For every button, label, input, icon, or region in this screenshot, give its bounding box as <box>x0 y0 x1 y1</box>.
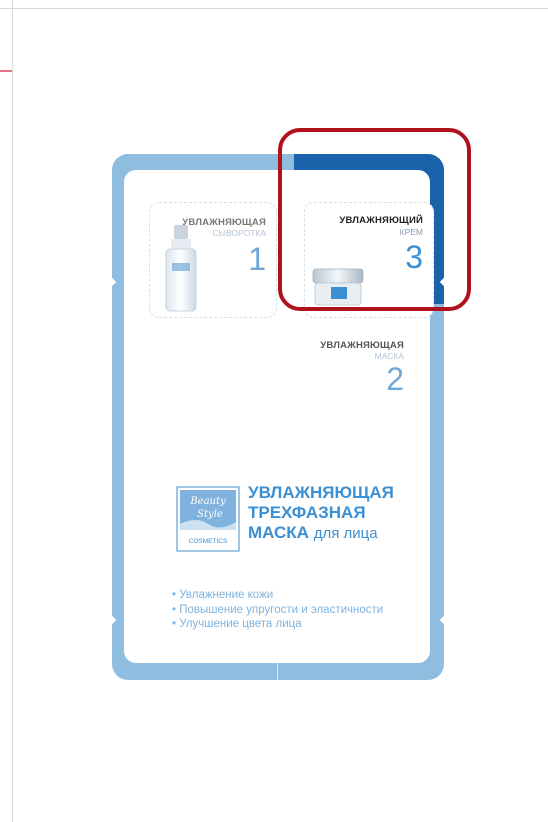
benefit-item: Повышение упругости и эластичности <box>172 603 383 618</box>
headline-line-1: УВЛАЖНЯЮЩАЯ <box>248 483 394 502</box>
product-headline: УВЛАЖНЯЮЩАЯ ТРЕХФАЗНАЯ МАСКА для лица <box>248 483 394 544</box>
packet-seam <box>277 663 278 680</box>
highlight-step-3-box <box>278 128 471 311</box>
headline-for-face: для лица <box>313 525 378 542</box>
step-2-number: 2 <box>386 361 404 397</box>
step-1-subtitle: СЫВОРОТКА <box>212 228 266 238</box>
step-1-card: УВЛАЖНЯЮЩАЯ СЫВОРОТКА 1 <box>149 202 277 318</box>
left-border-line <box>12 0 13 822</box>
svg-text:COSMETICS: COSMETICS <box>189 538 228 545</box>
beauty-style-logo: Beauty Style COSMETICS <box>176 486 240 552</box>
top-border-line <box>0 8 548 9</box>
benefit-item: Улучшение цвета лица <box>172 617 383 632</box>
headline-line-3: МАСКА для лица <box>248 523 394 544</box>
step-1-number: 1 <box>248 241 266 277</box>
svg-text:Beauty: Beauty <box>189 496 226 507</box>
benefit-item: Увлажнение кожи <box>172 588 383 603</box>
step-2-title: УВЛАЖНЯЮЩАЯ <box>320 340 404 351</box>
svg-text:Style: Style <box>197 509 223 520</box>
step-2-subtitle: МАСКА <box>374 351 404 361</box>
headline-mask-word: МАСКА <box>248 523 309 542</box>
benefits-list: Увлажнение кожи Повышение упругости и эл… <box>172 588 383 632</box>
step-1-title: УВЛАЖНЯЮЩАЯ <box>182 217 266 228</box>
serum-bottle-image <box>165 225 197 312</box>
headline-line-2: ТРЕХФАЗНАЯ <box>248 503 366 522</box>
step-2-block: УВЛАЖНЯЮЩАЯ МАСКА 2 <box>320 340 404 395</box>
crop-mark <box>0 70 12 72</box>
